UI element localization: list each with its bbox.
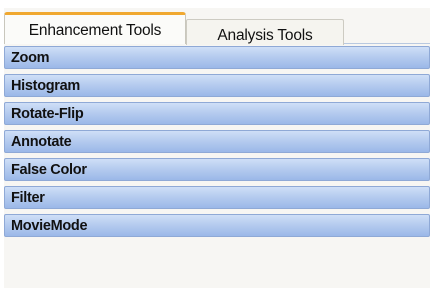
section-zoom-label: Zoom <box>11 49 50 66</box>
tab-analysis-tools-label: Analysis Tools <box>217 26 313 44</box>
tools-panel: Enhancement Tools Analysis Tools Zoom Hi… <box>4 8 430 288</box>
section-false-color-label: False Color <box>11 161 87 178</box>
section-filter-label: Filter <box>11 189 45 206</box>
section-filter[interactable]: Filter <box>4 186 430 209</box>
tab-enhancement-tools[interactable]: Enhancement Tools <box>4 12 186 44</box>
section-moviemode-label: MovieMode <box>11 217 88 234</box>
section-list: Zoom Histogram Rotate-Flip Annotate Fals… <box>4 46 430 242</box>
section-histogram[interactable]: Histogram <box>4 74 430 97</box>
tab-analysis-tools[interactable]: Analysis Tools <box>186 19 344 45</box>
section-zoom[interactable]: Zoom <box>4 46 430 69</box>
section-moviemode[interactable]: MovieMode <box>4 214 430 237</box>
tab-enhancement-tools-label: Enhancement Tools <box>28 21 162 39</box>
section-rotate-flip[interactable]: Rotate-Flip <box>4 102 430 125</box>
section-false-color[interactable]: False Color <box>4 158 430 181</box>
section-annotate-label: Annotate <box>11 133 72 150</box>
section-rotate-flip-label: Rotate-Flip <box>11 105 84 122</box>
tab-strip: Enhancement Tools Analysis Tools <box>4 8 430 45</box>
section-annotate[interactable]: Annotate <box>4 130 430 153</box>
section-histogram-label: Histogram <box>11 77 81 94</box>
